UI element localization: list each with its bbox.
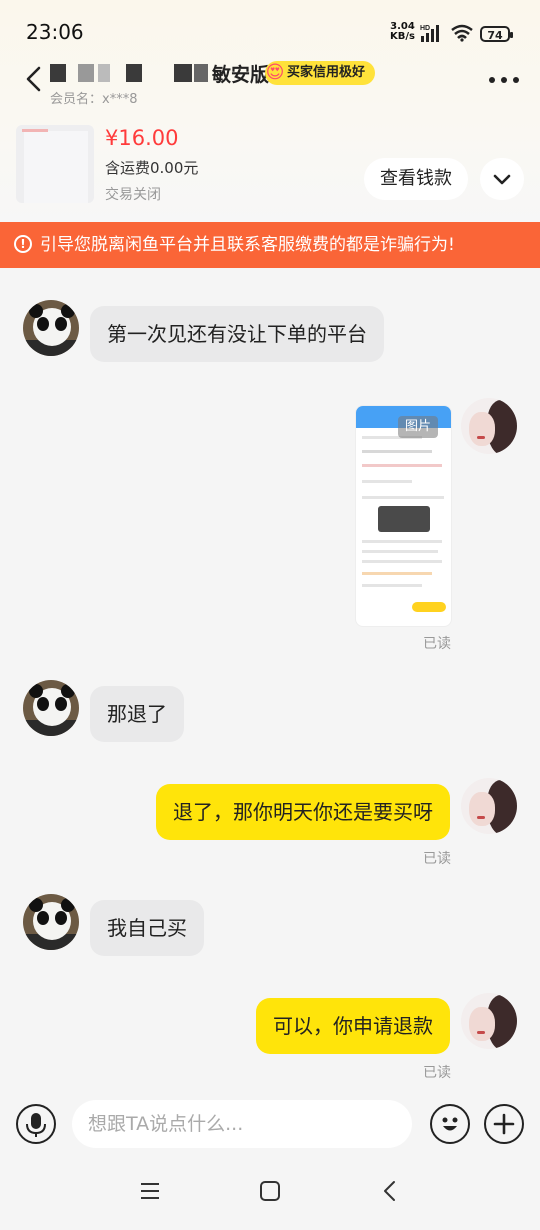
avatar-part xyxy=(55,317,67,331)
read-receipt: 已读 xyxy=(423,851,451,867)
credit-badge: 😍 买家信用极好 xyxy=(265,61,376,85)
avatar-part xyxy=(37,317,49,331)
net-type-label: HD xyxy=(420,25,430,32)
nickname: 敏安版 xyxy=(212,64,270,86)
product-price: ¥16.00 xyxy=(105,126,179,150)
message-bubble-outgoing[interactable]: 退了，那你明天你还是要买呀 xyxy=(156,784,450,840)
avatar-part xyxy=(55,697,67,711)
network-speed: 3.04 KB/s xyxy=(390,22,415,42)
back-arrow-icon[interactable] xyxy=(22,64,46,94)
avatar-part xyxy=(29,898,43,912)
more-actions-button[interactable] xyxy=(484,1104,524,1144)
image-message[interactable] xyxy=(355,405,452,627)
screenshot-line xyxy=(362,540,442,543)
signal-icon: HD xyxy=(420,25,439,42)
screenshot-line xyxy=(362,550,438,553)
screenshot-pay-button xyxy=(412,602,446,612)
screenshot-line xyxy=(362,464,442,467)
screenshot-line xyxy=(362,572,432,575)
nav-back-icon[interactable] xyxy=(378,1180,402,1202)
masked-block xyxy=(194,64,208,82)
screenshot-line xyxy=(362,560,442,563)
screenshot-line xyxy=(362,450,432,453)
voice-button[interactable] xyxy=(16,1104,56,1144)
warning-circle-icon: ! xyxy=(14,235,32,253)
screenshot-toast xyxy=(378,506,430,532)
avatar-self[interactable] xyxy=(461,778,517,834)
masked-block xyxy=(126,64,142,82)
avatar-part xyxy=(477,436,485,439)
heart-eyes-icon: 😍 xyxy=(265,62,285,83)
screenshot-line xyxy=(362,584,422,587)
screenshot-line xyxy=(362,496,444,499)
avatar-part xyxy=(61,898,75,912)
net-speed-unit: KB/s xyxy=(390,31,415,42)
avatar-seller[interactable] xyxy=(23,894,79,950)
avatar-seller[interactable] xyxy=(23,300,79,356)
view-money-button[interactable]: 查看钱款 xyxy=(364,158,468,200)
home-square-icon[interactable] xyxy=(258,1180,282,1202)
wifi-icon xyxy=(451,24,473,42)
thumbnail-detail xyxy=(22,129,48,132)
product-thumbnail[interactable] xyxy=(16,125,94,203)
thumbnail-image xyxy=(24,131,88,203)
message-bubble-outgoing[interactable]: 可以，你申请退款 xyxy=(256,998,450,1054)
screenshot-line xyxy=(362,480,412,483)
read-receipt: 已读 xyxy=(423,1065,451,1081)
read-receipt: 已读 xyxy=(423,636,451,652)
avatar-self[interactable] xyxy=(461,398,517,454)
image-tag: 图片 xyxy=(398,416,438,438)
expand-button[interactable] xyxy=(480,158,524,200)
message-bubble-incoming[interactable]: 我自己买 xyxy=(90,900,204,956)
fraud-warning-banner: ! 引导您脱离闲鱼平台并且联系客服缴费的都是诈骗行为! xyxy=(0,222,540,268)
chevron-down-icon xyxy=(493,174,511,185)
avatar-part xyxy=(469,792,495,826)
masked-block xyxy=(98,64,110,82)
avatar-part xyxy=(61,304,75,318)
member-name: 会员名：x***8 xyxy=(50,92,138,107)
shipping-fee: 含运费0.00元 xyxy=(105,159,199,177)
menu-icon[interactable] xyxy=(138,1180,162,1202)
avatar-part xyxy=(477,1031,485,1034)
avatar-part xyxy=(55,911,67,925)
emoji-icon xyxy=(442,1117,458,1131)
more-dots-icon[interactable] xyxy=(488,72,520,88)
trade-status: 交易关闭 xyxy=(105,187,161,203)
plus-icon xyxy=(493,1113,515,1135)
microphone-icon xyxy=(26,1113,46,1137)
credit-badge-label: 买家信用极好 xyxy=(287,65,366,80)
avatar-part xyxy=(469,1007,495,1041)
battery-icon: 74 xyxy=(480,26,513,42)
system-nav-bar xyxy=(0,1160,540,1230)
avatar-part xyxy=(477,816,485,819)
message-bubble-incoming[interactable]: 那退了 xyxy=(90,686,184,742)
emoji-button[interactable] xyxy=(430,1104,470,1144)
masked-block xyxy=(174,64,192,82)
masked-block xyxy=(50,64,66,82)
avatar-part xyxy=(29,304,43,318)
avatar-part xyxy=(469,412,495,446)
avatar-part xyxy=(37,697,49,711)
avatar-self[interactable] xyxy=(461,993,517,1049)
avatar-part xyxy=(29,684,43,698)
avatar-part xyxy=(61,684,75,698)
masked-block xyxy=(78,64,94,82)
avatar-seller[interactable] xyxy=(23,680,79,736)
avatar-part xyxy=(37,911,49,925)
message-bubble-incoming[interactable]: 第一次见还有没让下单的平台 xyxy=(90,306,384,362)
message-input[interactable]: 想跟TA说点什么... xyxy=(72,1100,412,1148)
warning-text: 引导您脱离闲鱼平台并且联系客服缴费的都是诈骗行为! xyxy=(40,235,455,255)
status-bar: 23:06 3.04 KB/s HD 74 xyxy=(0,0,540,64)
status-time: 23:06 xyxy=(26,20,84,44)
